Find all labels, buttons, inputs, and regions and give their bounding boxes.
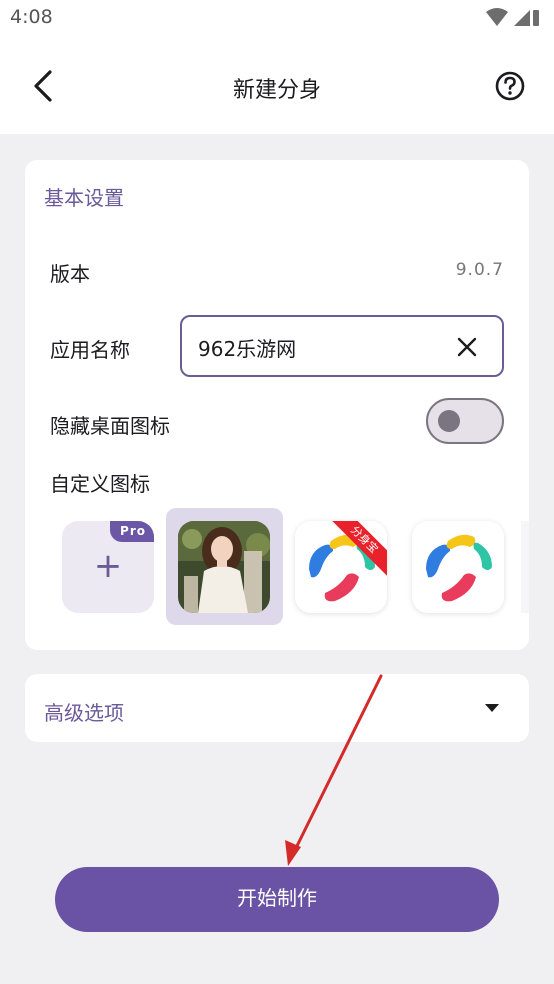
hide-icon-label: 隐藏桌面图标 — [50, 414, 170, 438]
top-bar: 4:08 新建分身 — [0, 0, 554, 134]
portrait-photo-icon — [178, 521, 270, 613]
version-value: 9.0.7 — [455, 260, 504, 280]
custom-icon-label: 自定义图标 — [50, 472, 150, 496]
help-icon — [495, 71, 525, 101]
advanced-options-label: 高级选项 — [44, 701, 124, 725]
status-icons — [484, 8, 540, 32]
version-label: 版本 — [50, 262, 90, 286]
status-time: 4:08 — [10, 6, 53, 28]
battery-icon — [533, 10, 539, 26]
plus-icon: + — [93, 546, 123, 586]
icon-option-photo-selected[interactable] — [166, 508, 283, 625]
basic-settings-card: 基本设置 版本 9.0.7 应用名称 962乐游网 隐藏桌面图标 自定义图标 P… — [25, 160, 529, 650]
help-button[interactable] — [494, 70, 526, 102]
start-create-button[interactable]: 开始制作 — [55, 867, 499, 932]
strip-edge — [521, 521, 529, 613]
wifi-icon — [486, 8, 508, 26]
app-logo-icon — [309, 534, 375, 602]
close-icon[interactable] — [456, 336, 478, 358]
app-name-input[interactable]: 962乐游网 — [180, 315, 504, 377]
icon-option-app-badged[interactable]: 分身宝 — [295, 521, 387, 613]
signal-icon — [514, 10, 530, 26]
advanced-options-row[interactable]: 高级选项 — [25, 674, 529, 742]
dropdown-arrow-icon — [485, 704, 499, 712]
icon-option-app-original[interactable] — [412, 521, 504, 613]
app-logo-icon — [426, 534, 492, 602]
icon-picker: Pro + 分身宝 — [25, 508, 529, 626]
page-title: 新建分身 — [232, 78, 321, 103]
pro-badge: Pro — [110, 521, 154, 542]
app-name-value: 962乐游网 — [198, 337, 297, 361]
app-name-label: 应用名称 — [50, 338, 130, 362]
add-custom-icon-button[interactable]: Pro + — [62, 521, 154, 613]
hide-icon-toggle[interactable] — [426, 398, 504, 444]
basic-settings-title: 基本设置 — [44, 186, 124, 210]
toggle-knob — [438, 410, 460, 432]
